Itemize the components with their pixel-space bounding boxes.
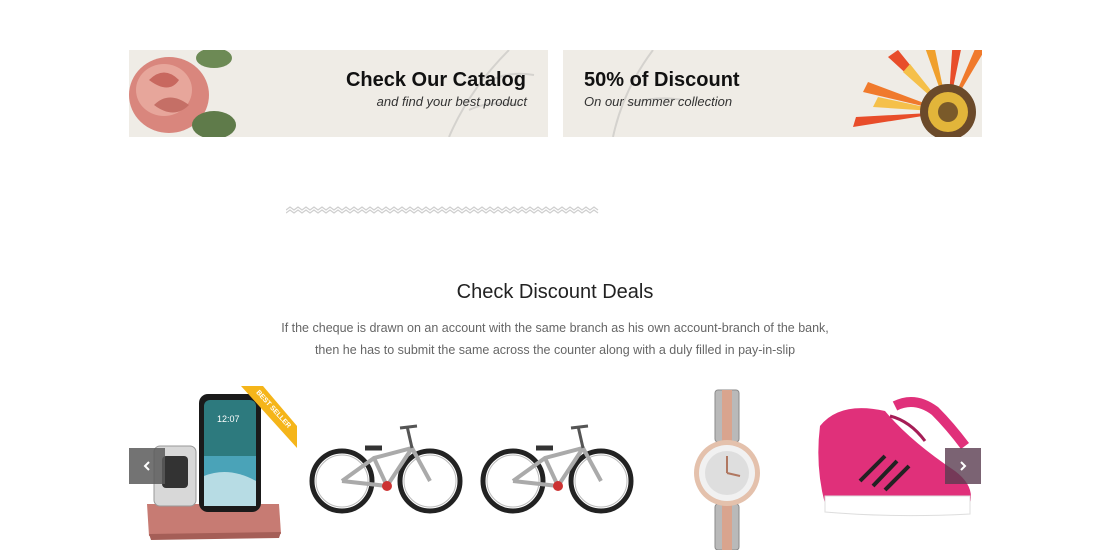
phone-time-label: 12:07 <box>217 414 240 424</box>
product-card[interactable] <box>302 386 472 550</box>
carousel-next-button[interactable] <box>945 448 981 484</box>
rose-illustration <box>129 50 236 137</box>
product-card[interactable] <box>644 386 814 550</box>
catalog-banner-subtitle: and find your best product <box>376 94 527 109</box>
sunflower-illustration <box>853 50 982 137</box>
bicycle-image <box>309 424 463 514</box>
discount-banner[interactable]: 50% of Discount On our summer collection <box>563 50 982 137</box>
wristwatch-image <box>694 389 760 550</box>
description-line: then he has to submit the same across th… <box>314 343 796 357</box>
section-description: If the cheque is drawn on an account wit… <box>260 317 850 361</box>
product-card[interactable] <box>473 386 643 550</box>
carousel-prev-button[interactable] <box>129 448 165 484</box>
description-line: If the cheque is drawn on an account wit… <box>281 321 829 335</box>
chevron-left-icon <box>143 461 150 471</box>
catalog-banner[interactable]: Check Our Catalog and find your best pro… <box>129 50 548 137</box>
catalog-banner-title: Check Our Catalog <box>345 69 526 91</box>
discount-banner-title: 50% of Discount <box>584 69 740 91</box>
product-carousel: 12:07 BEST SELLER <box>129 386 982 550</box>
discount-banner-subtitle: On our summer collection <box>584 94 733 109</box>
chevron-right-icon <box>960 461 967 471</box>
bicycle-image <box>480 424 634 514</box>
zigzag-divider <box>286 206 599 214</box>
section-title: Check Discount Deals <box>456 281 654 303</box>
